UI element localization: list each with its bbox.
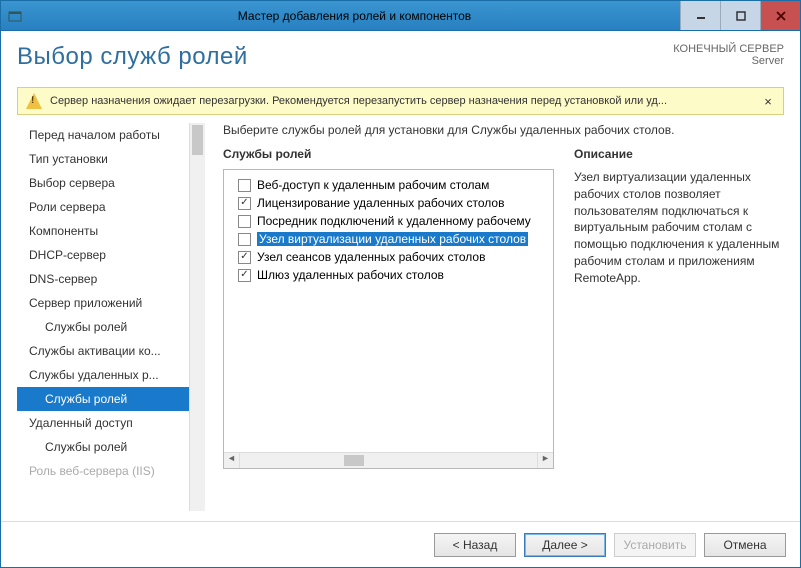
role-checkbox[interactable] (238, 269, 251, 282)
right-pane: Выберите службы ролей для установки для … (205, 123, 784, 511)
role-label: Посредник подключений к удаленному рабоч… (257, 214, 531, 228)
role-checkbox[interactable] (238, 251, 251, 264)
nav-step-14: Роль веб-сервера (IIS) (17, 459, 205, 483)
role-item-1[interactable]: Лицензирование удаленных рабочих столов (224, 194, 553, 212)
install-button[interactable]: Установить (614, 533, 696, 557)
role-item-2[interactable]: Посредник подключений к удаленному рабоч… (224, 212, 553, 230)
nav-step-8[interactable]: Службы ролей (17, 315, 205, 339)
page-title: Выбор служб ролей (17, 43, 673, 71)
role-item-5[interactable]: Шлюз удаленных рабочих столов (224, 266, 553, 284)
nav-step-7[interactable]: Сервер приложений (17, 291, 205, 315)
description-text: Узел виртуализации удаленных рабочих сто… (574, 169, 784, 287)
warning-icon (26, 93, 42, 109)
warning-banner: Сервер назначения ожидает перезагрузки. … (17, 87, 784, 115)
destination-server-box: КОНЕЧНЫЙ СЕРВЕР Server (673, 43, 784, 67)
nav-step-1[interactable]: Тип установки (17, 147, 205, 171)
role-label: Узел виртуализации удаленных рабочих сто… (257, 232, 528, 246)
description-column: Описание Узел виртуализации удаленных ра… (574, 147, 784, 511)
sidebar-scrollbar[interactable] (189, 123, 205, 511)
role-item-4[interactable]: Узел сеансов удаленных рабочих столов (224, 248, 553, 266)
nav-step-0[interactable]: Перед началом работы (17, 123, 205, 147)
nav-step-13[interactable]: Службы ролей (17, 435, 205, 459)
columns: Службы ролей Веб-доступ к удаленным рабо… (223, 147, 784, 511)
nav-step-6[interactable]: DNS-сервер (17, 267, 205, 291)
nav-step-5[interactable]: DHCP-сервер (17, 243, 205, 267)
role-item-0[interactable]: Веб-доступ к удаленным рабочим столам (224, 176, 553, 194)
cancel-button[interactable]: Отмена (704, 533, 786, 557)
content-area: Выбор служб ролей КОНЕЧНЫЙ СЕРВЕР Server… (1, 31, 800, 521)
close-button[interactable] (760, 1, 800, 30)
destination-label: КОНЕЧНЫЙ СЕРВЕР (673, 43, 784, 55)
minimize-button[interactable] (680, 1, 720, 30)
wizard-steps-sidebar: Перед началом работыТип установкиВыбор с… (17, 123, 205, 511)
role-checkbox[interactable] (238, 197, 251, 210)
destination-value: Server (673, 55, 784, 67)
role-label: Узел сеансов удаленных рабочих столов (257, 250, 485, 264)
nav-step-12[interactable]: Удаленный доступ (17, 411, 205, 435)
window-title: Мастер добавления ролей и компонентов (29, 9, 680, 23)
nav-step-2[interactable]: Выбор сервера (17, 171, 205, 195)
scroll-right-icon[interactable]: ► (537, 453, 553, 468)
scroll-left-icon[interactable]: ◄ (224, 453, 240, 468)
main-layout: Перед началом работыТип установкиВыбор с… (17, 123, 784, 511)
role-checkbox[interactable] (238, 215, 251, 228)
role-checkbox[interactable] (238, 179, 251, 192)
nav-step-9[interactable]: Службы активации ко... (17, 339, 205, 363)
next-button[interactable]: Далее > (524, 533, 606, 557)
warning-close-button[interactable]: × (761, 94, 775, 109)
description-heading: Описание (574, 147, 784, 161)
role-label: Шлюз удаленных рабочих столов (257, 268, 444, 282)
nav-step-3[interactable]: Роли сервера (17, 195, 205, 219)
titlebar: Мастер добавления ролей и компонентов (1, 1, 800, 31)
footer-buttons: < Назад Далее > Установить Отмена (1, 521, 800, 567)
role-checkbox[interactable] (238, 233, 251, 246)
window-buttons (680, 1, 800, 30)
role-label: Лицензирование удаленных рабочих столов (257, 196, 504, 210)
back-button[interactable]: < Назад (434, 533, 516, 557)
page-header: Выбор служб ролей КОНЕЧНЫЙ СЕРВЕР Server (17, 43, 784, 71)
role-item-3[interactable]: Узел виртуализации удаленных рабочих сто… (224, 230, 553, 248)
maximize-button[interactable] (720, 1, 760, 30)
roles-heading: Службы ролей (223, 147, 554, 161)
warning-text: Сервер назначения ожидает перезагрузки. … (50, 95, 753, 107)
roles-listbox[interactable]: Веб-доступ к удаленным рабочим столам Лиц… (223, 169, 554, 469)
role-label: Веб-доступ к удаленным рабочим столам (257, 178, 489, 192)
nav-step-4[interactable]: Компоненты (17, 219, 205, 243)
roles-horizontal-scrollbar[interactable]: ◄ ► (224, 452, 553, 468)
nav-step-10[interactable]: Службы удаленных р... (17, 363, 205, 387)
app-icon (1, 9, 29, 23)
nav-step-11[interactable]: Службы ролей (17, 387, 205, 411)
roles-column: Службы ролей Веб-доступ к удаленным рабо… (223, 147, 554, 511)
instruction-text: Выберите службы ролей для установки для … (223, 123, 784, 137)
wizard-window: Мастер добавления ролей и компонентов Вы… (0, 0, 801, 568)
